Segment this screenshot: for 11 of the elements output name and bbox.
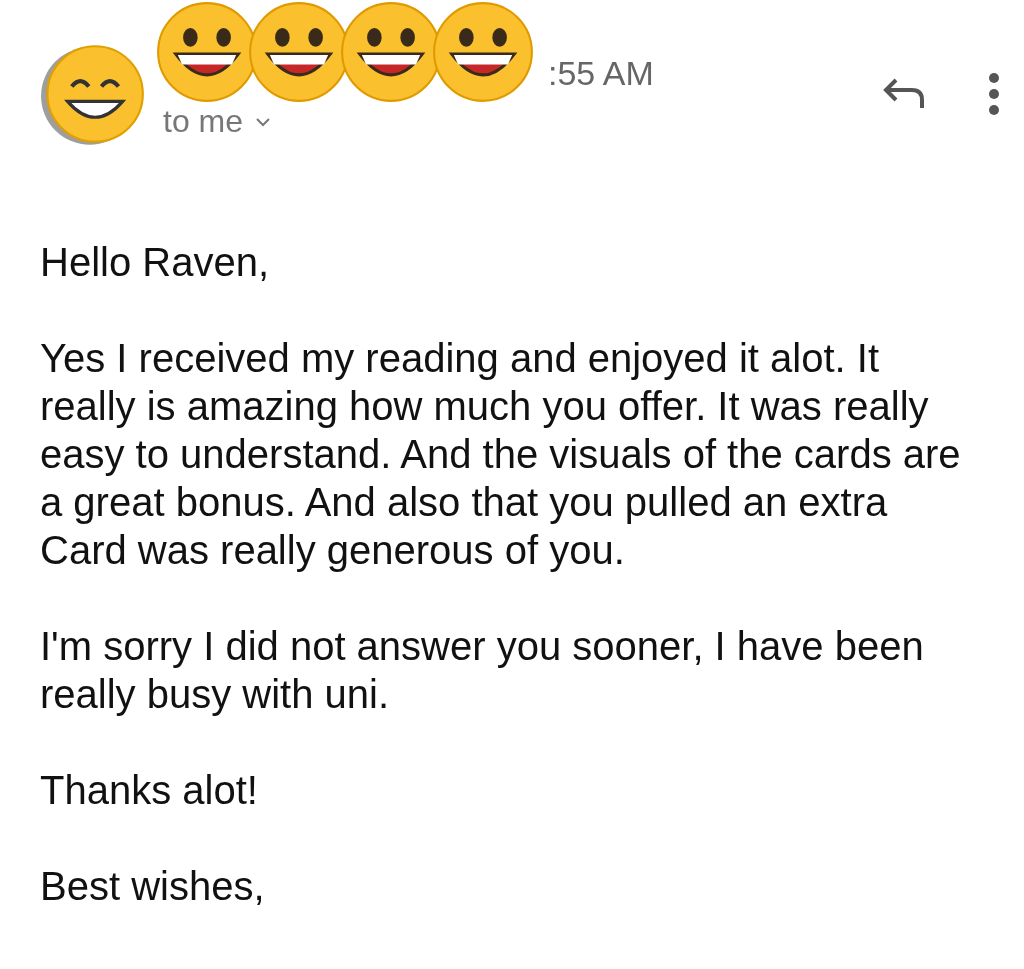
message-paragraph: Thanks alot!: [40, 767, 259, 814]
more-options-button[interactable]: [988, 72, 1000, 116]
smiley-emoji-icon: [431, 0, 535, 104]
recipient-toggle[interactable]: to me: [163, 103, 880, 140]
message-paragraph: Hello Raven,: [40, 239, 270, 286]
message-paragraph: Best wishes,: [40, 863, 266, 910]
message-paragraph: Yes I received my reading and enjoyed it alot. It really is amazing how much you offer. It was really easy to understand. And the visuals of the cards are a great bonus. And also that you pulled an extra Card was really generous of you.: [40, 335, 962, 574]
grinning-emoji-icon: [40, 42, 146, 148]
chevron-down-icon: [255, 116, 272, 127]
sent-time: :55 AM: [548, 54, 655, 93]
message-paragraph: I'm sorry I did not answer you sooner, I have been really busy with uni.: [40, 623, 925, 718]
